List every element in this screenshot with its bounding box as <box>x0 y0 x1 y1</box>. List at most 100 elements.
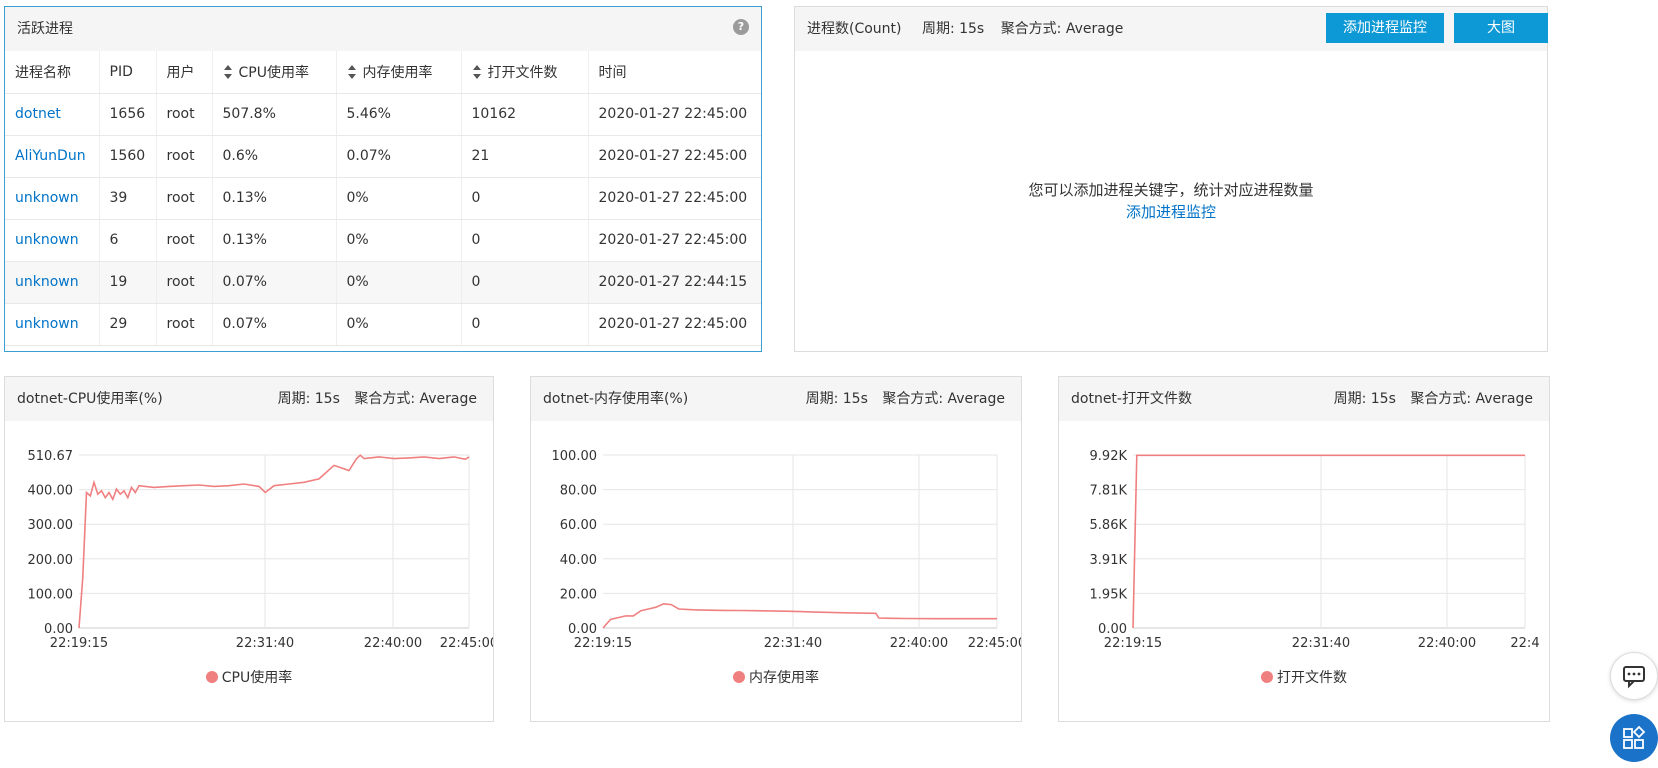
x-tick-label: 22:45:00 <box>440 636 493 651</box>
cell-time: 2020-01-27 22:45:00 <box>588 93 761 136</box>
chart-legend[interactable]: 内存使用率 <box>531 667 1021 687</box>
aggregation-label: 聚合方式: Average <box>882 391 1005 407</box>
cpu-line-chart: 0.00 100.00 200.00 300.00 400.00 510.67 22:19:… <box>28 449 494 651</box>
panel-header: dotnet-CPU使用率(%) 周期: 15s 聚合方式: Average <box>5 377 493 421</box>
add-process-monitor-button[interactable]: 添加进程监控 <box>1326 13 1444 43</box>
x-tick-label: 22:19:15 <box>1104 636 1162 651</box>
chart-meta: 周期: 15s 聚合方式: Average <box>1334 377 1533 421</box>
cell-files: 10162 <box>461 93 589 136</box>
process-name-link[interactable]: AliYunDun <box>5 135 100 178</box>
period-label: 周期: 15s <box>921 21 985 37</box>
table-row: AliYunDun 1560 root 0.6% 0.07% 21 2020-0… <box>5 135 761 178</box>
cell-pid: 19 <box>99 261 157 304</box>
memory-line-chart: 0.00 20.00 40.00 60.00 80.00 100.00 22:19:15 22… <box>552 449 1022 651</box>
cell-user: root <box>156 219 213 262</box>
cell-user: root <box>156 93 213 136</box>
process-count-panel: 进程数(Count) 周期: 15s 聚合方式: Average 添加进程监控 … <box>794 6 1548 352</box>
open-files-chart-panel: dotnet-打开文件数 周期: 15s 聚合方式: Average 0.00 1… <box>1058 376 1550 722</box>
y-tick-label: 60.00 <box>560 518 597 533</box>
panel-header: 活跃进程 ? <box>5 7 761 51</box>
chart-legend[interactable]: CPU使用率 <box>5 667 493 687</box>
aggregation-label: 聚合方式: Average <box>1410 391 1533 407</box>
cell-user: root <box>156 261 213 304</box>
legend-marker <box>1261 671 1273 683</box>
cell-mem: 0% <box>336 303 462 346</box>
y-tick-label: 0.00 <box>1098 622 1127 637</box>
cell-time: 2020-01-27 22:44:15 <box>588 261 761 304</box>
col-header-files[interactable]: 打开文件数 <box>461 51 589 94</box>
sort-icon[interactable] <box>472 64 482 79</box>
cell-mem: 0.07% <box>336 135 462 178</box>
chart-meta: 周期: 15s 聚合方式: Average <box>278 377 477 421</box>
chart-legend[interactable]: 打开文件数 <box>1059 667 1549 687</box>
y-tick-label: 9.92K <box>1090 449 1128 464</box>
add-process-monitor-link[interactable]: 添加进程监控 <box>795 201 1547 223</box>
cpu-chart-panel: dotnet-CPU使用率(%) 周期: 15s 聚合方式: Average 0… <box>4 376 494 722</box>
cell-files: 21 <box>461 135 589 178</box>
process-name-link[interactable]: unknown <box>5 219 100 262</box>
col-header-pid: PID <box>99 51 157 94</box>
col-header-time: 时间 <box>588 51 761 94</box>
active-process-panel: 活跃进程 ? 进程名称 PID 用户 CPU使用率 内存使用率 打开文件数 时间… <box>4 6 762 352</box>
y-tick-label: 3.91K <box>1090 553 1128 568</box>
cell-user: root <box>156 135 213 178</box>
cell-pid: 1560 <box>99 135 157 178</box>
legend-label: CPU使用率 <box>221 670 293 686</box>
x-tick-label: 22:31:40 <box>236 636 294 651</box>
cell-files: 0 <box>461 303 589 346</box>
cell-mem: 5.46% <box>336 93 462 136</box>
col-header-mem-label: 内存使用率 <box>362 64 433 81</box>
big-chart-button[interactable]: 大图 <box>1454 13 1548 43</box>
panel-title: 进程数(Count) <box>807 21 902 37</box>
y-tick-label: 300.00 <box>28 518 74 533</box>
table-row: dotnet 1656 root 507.8% 5.46% 10162 2020… <box>5 93 761 136</box>
process-name-link[interactable]: dotnet <box>5 93 100 136</box>
period-label: 周期: 15s <box>277 391 340 407</box>
cell-time: 2020-01-27 22:45:00 <box>588 303 761 346</box>
sort-icon[interactable] <box>223 64 233 79</box>
apps-button[interactable] <box>1610 714 1658 762</box>
process-table: 进程名称 PID 用户 CPU使用率 内存使用率 打开文件数 时间 dotnet… <box>5 51 761 346</box>
col-header-cpu[interactable]: CPU使用率 <box>212 51 337 94</box>
table-row: unknown 29 root 0.07% 0% 0 2020-01-27 22… <box>5 303 761 346</box>
cell-cpu: 0.07% <box>212 303 337 346</box>
cell-mem: 0% <box>336 261 462 304</box>
cell-pid: 39 <box>99 177 157 220</box>
chart-meta: 周期: 15s 聚合方式: Average <box>806 377 1005 421</box>
x-tick-label: 22:19:15 <box>574 636 632 651</box>
process-name-link[interactable]: unknown <box>5 261 100 304</box>
help-icon[interactable]: ? <box>733 19 749 35</box>
panel-title: 活跃进程 <box>17 21 73 37</box>
legend-label: 内存使用率 <box>749 670 819 686</box>
sort-icon[interactable] <box>347 64 357 79</box>
cell-files: 0 <box>461 261 589 304</box>
y-tick-label: 20.00 <box>560 587 597 602</box>
y-tick-label: 7.81K <box>1090 484 1128 499</box>
legend-marker <box>205 671 218 683</box>
cell-cpu: 0.07% <box>212 261 337 304</box>
period-label: 周期: 15s <box>1333 391 1396 407</box>
col-header-user: 用户 <box>156 51 213 94</box>
process-name-link[interactable]: unknown <box>5 177 100 220</box>
x-tick-label: 22:4 <box>1510 636 1539 651</box>
cell-cpu: 0.13% <box>212 219 337 262</box>
aggregation-label: 聚合方式: Average <box>1000 21 1124 37</box>
y-tick-label: 0.00 <box>568 622 597 637</box>
chart-title: dotnet-打开文件数 <box>1071 391 1192 407</box>
cell-mem: 0% <box>336 177 462 220</box>
cell-files: 0 <box>461 177 589 220</box>
table-row: unknown 19 root 0.07% 0% 0 2020-01-27 22… <box>5 261 761 304</box>
cell-cpu: 507.8% <box>212 93 337 136</box>
cell-mem: 0% <box>336 219 462 262</box>
x-tick-label: 22:40:00 <box>890 636 948 651</box>
col-header-mem[interactable]: 内存使用率 <box>336 51 462 94</box>
chat-button[interactable] <box>1610 652 1658 700</box>
chat-icon <box>1623 666 1645 689</box>
legend-label: 打开文件数 <box>1277 670 1347 686</box>
col-header-files-label: 打开文件数 <box>487 64 558 81</box>
table-header-row: 进程名称 PID 用户 CPU使用率 内存使用率 打开文件数 时间 <box>5 51 761 94</box>
apps-icon <box>1623 725 1646 749</box>
cell-user: root <box>156 177 213 220</box>
cell-files: 0 <box>461 219 589 262</box>
process-name-link[interactable]: unknown <box>5 303 100 346</box>
